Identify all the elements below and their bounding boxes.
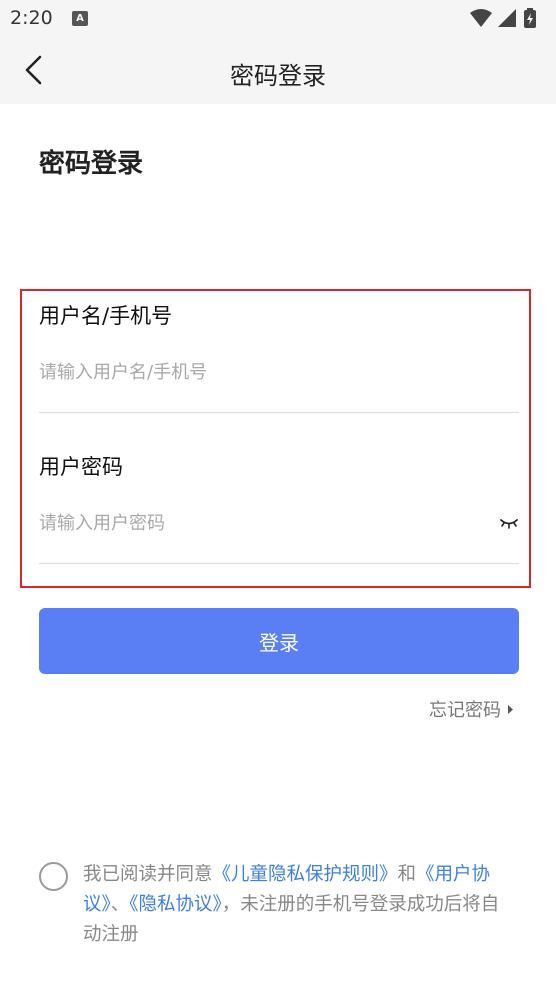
eye-closed-icon	[500, 519, 518, 529]
status-bar: 2:20 A	[0, 0, 556, 38]
agreement-text: 我已阅读并同意《儿童隐私保护规则》和《用户协议》、《隐私协议》，未注册的手机号登…	[83, 860, 513, 950]
agreement-prefix: 我已阅读并同意	[83, 864, 213, 885]
agreement-separator: 、	[110, 894, 130, 915]
status-time: 2:20	[10, 7, 53, 29]
signal-icon	[498, 9, 516, 27]
password-label: 用户密码	[39, 455, 123, 479]
privacy-agreement-link[interactable]: 《隐私协议》	[129, 894, 222, 915]
username-divider	[39, 412, 519, 413]
battery-icon	[524, 8, 536, 28]
caret-right-icon	[508, 704, 513, 714]
nav-bar: 密码登录	[0, 38, 556, 104]
username-label: 用户名/手机号	[39, 304, 173, 328]
agreement-and: 和	[397, 864, 417, 885]
password-divider	[39, 563, 519, 564]
forgot-password-label: 忘记密码	[429, 700, 501, 721]
page-title: 密码登录	[39, 149, 144, 179]
username-input[interactable]	[39, 348, 519, 396]
password-input[interactable]	[39, 499, 489, 547]
login-button[interactable]: 登录	[39, 608, 519, 674]
password-visibility-toggle[interactable]	[496, 512, 522, 534]
status-icons	[468, 8, 548, 30]
agreement-radio[interactable]	[39, 862, 68, 891]
child-privacy-rules-link[interactable]: 《儿童隐私保护规则》	[213, 864, 398, 885]
forgot-password-link[interactable]: 忘记密码	[429, 696, 514, 722]
notification-icon: A	[72, 11, 88, 26]
nav-title: 密码登录	[230, 62, 326, 90]
wifi-icon	[470, 9, 492, 27]
